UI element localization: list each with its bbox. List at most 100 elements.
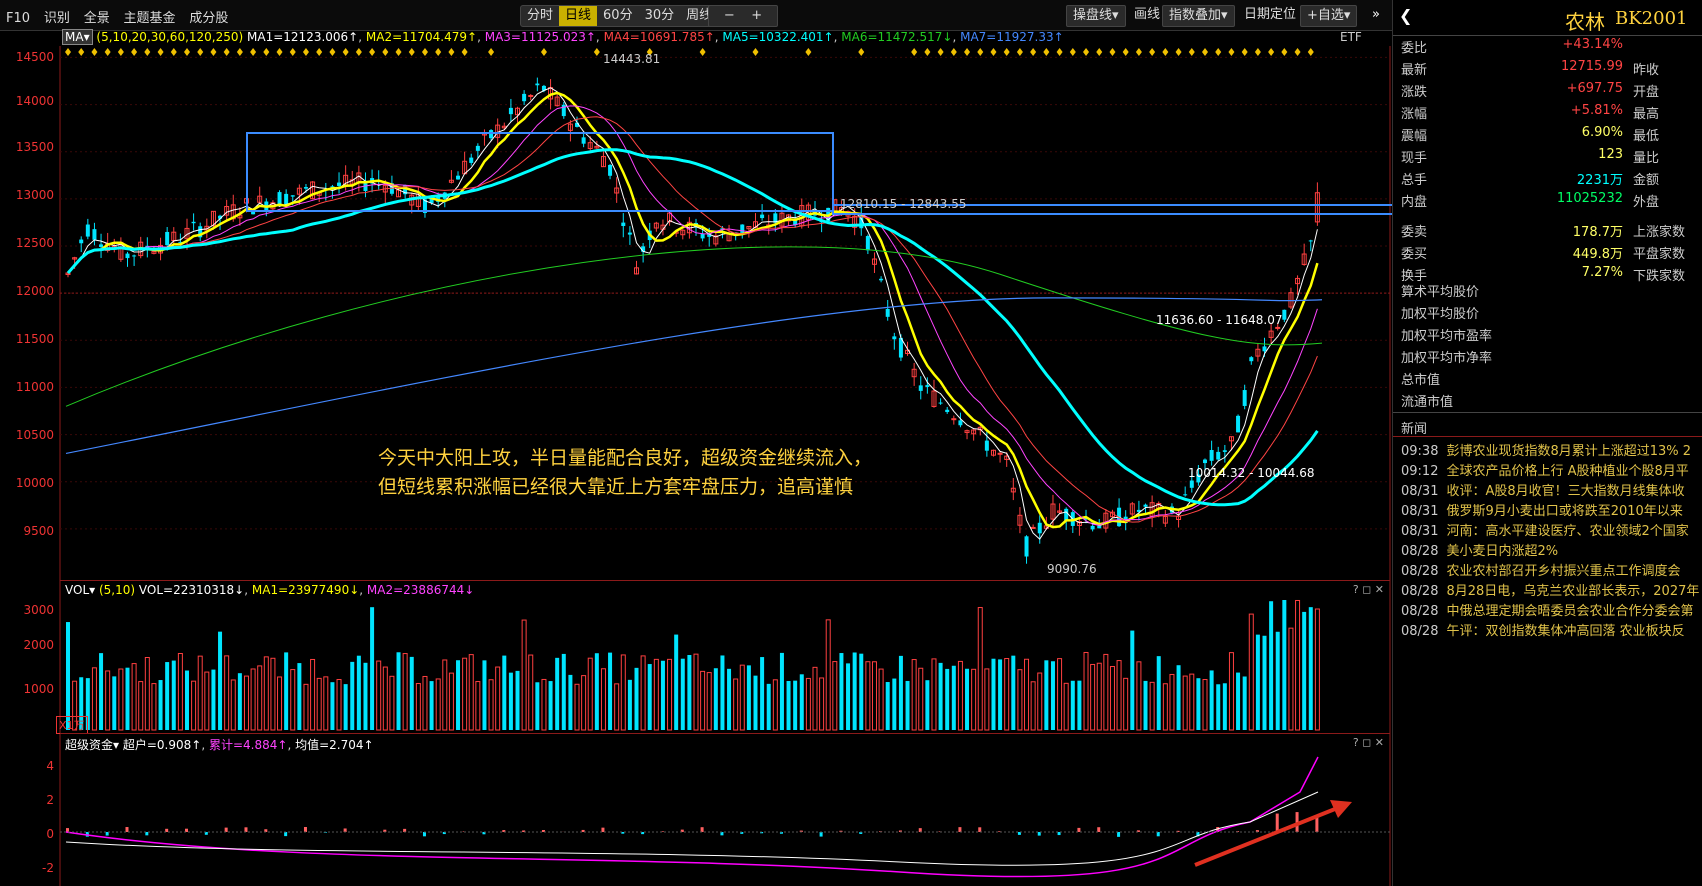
- volume-bar: [839, 653, 844, 730]
- news-item[interactable]: 08/31 收评：A股8月收官！三大指数月线集体收: [1401, 480, 1685, 499]
- news-item[interactable]: 09:38 彭博农业现货指数8月累计上涨超过13% 2: [1401, 440, 1691, 459]
- volume-bar: [158, 680, 163, 730]
- fund-bar: [1037, 832, 1041, 836]
- signal-diamond: [276, 48, 283, 56]
- signal-diamond: [699, 48, 706, 56]
- volume-bar: [1083, 651, 1089, 731]
- fund-bar: [958, 827, 962, 832]
- news-item[interactable]: 08/31 俄罗斯9月小麦出口或将跌至2010年以来: [1401, 500, 1683, 519]
- volume-bar: [819, 677, 825, 731]
- news-item[interactable]: 08/28 8月28日电，乌克兰农业部长表示，2027年: [1401, 580, 1699, 599]
- volume-bar: [515, 670, 520, 730]
- news-item[interactable]: 08/31 河南：高水平建设医疗、农业领域2个国家: [1401, 520, 1689, 539]
- signal-diamond: [950, 48, 957, 56]
- high-label: 14443.81: [603, 52, 661, 66]
- ma6-line: [65, 246, 1323, 407]
- candle-body: [621, 222, 626, 226]
- volume-bar: [918, 667, 924, 731]
- volume-bar: [753, 675, 758, 730]
- vol-pane-controls[interactable]: ? ◻ ✕: [1353, 583, 1384, 596]
- news-item[interactable]: 08/28 农业农村部召开乡村振兴重点工作调度会: [1401, 560, 1680, 579]
- fund-legend: 超级资金▾ 超户=0.908↑, 累计=4.884↑, 均值=2.704↑: [65, 738, 374, 752]
- volume-bar: [667, 658, 673, 731]
- news-headline: 河南：高水平建设医疗、农业领域2个国家: [1446, 524, 1689, 539]
- signal-diamond: [104, 48, 111, 56]
- volume-bar: [898, 655, 903, 730]
- volume-bar: [1182, 675, 1188, 731]
- volume-bar: [938, 662, 943, 730]
- volume-bar: [832, 661, 838, 731]
- signal-diamond: [593, 48, 600, 56]
- volume-bar: [799, 674, 804, 730]
- volume-bar: [1269, 601, 1274, 730]
- volume-bar: [971, 668, 977, 731]
- signal-diamond: [1162, 48, 1169, 56]
- volume-bar: [389, 675, 395, 731]
- signal-diamond: [1135, 48, 1142, 56]
- signal-diamond: [1096, 48, 1103, 56]
- news-headline: 俄罗斯9月小麦出口或将跌至2010年以来: [1446, 504, 1683, 519]
- news-item[interactable]: 08/28 中俄总理定期会晤委员会农业合作分委会第: [1401, 600, 1693, 619]
- news-list: 09:38 彭博农业现货指数8月累计上涨超过13% 2 09:12 全球农产品价格上行…: [1393, 0, 1702, 886]
- volume-bar: [138, 681, 144, 731]
- volume-bar: [1050, 661, 1055, 730]
- signal-diamond: [1254, 48, 1261, 56]
- volume-bar: [1156, 656, 1161, 730]
- volume-bar: [977, 607, 983, 731]
- signal-diamond: [1122, 48, 1129, 56]
- volume-bar: [204, 671, 210, 731]
- signal-diamond: [236, 48, 243, 56]
- volume-bar: [878, 668, 884, 731]
- signal-diamond: [1003, 48, 1010, 56]
- candle-body: [456, 175, 461, 180]
- vol-legend: VOL▾ (5,10) VOL=22310318↓, MA1=23977490↓…: [65, 583, 475, 597]
- news-item[interactable]: 09:12 全球农产品价格上行 A股种植业个股8月平: [1401, 460, 1689, 479]
- candle-body: [522, 93, 527, 102]
- candle-body: [938, 402, 943, 404]
- fund-bar: [1117, 832, 1121, 837]
- volume-bar: [1136, 661, 1142, 731]
- volume-bar: [502, 655, 507, 730]
- signal-diamond: [408, 48, 415, 56]
- volume-bar: [1314, 608, 1320, 731]
- volume-bar: [634, 667, 639, 730]
- volume-bar: [1262, 635, 1267, 730]
- volume-bar: [1103, 653, 1109, 731]
- news-headline: 午评：双创指数集体冲高回落 农业板块反: [1446, 624, 1685, 639]
- trend-arrow: [1194, 803, 1346, 867]
- volume-bar: [144, 656, 150, 731]
- news-item[interactable]: 08/28 美小麦日内涨超2%: [1401, 540, 1558, 559]
- volume-bar: [1037, 672, 1043, 731]
- volume-bar: [422, 675, 428, 731]
- candle-body: [165, 231, 170, 246]
- signal-diamond: [342, 48, 349, 56]
- volume-bar: [125, 667, 130, 730]
- volume-bar: [1143, 680, 1148, 730]
- volume-bar: [1202, 679, 1208, 731]
- vol-params: (5,10): [98, 583, 136, 597]
- fund-cum-line: [65, 756, 1319, 878]
- volume-bar: [653, 658, 659, 731]
- candle-body: [85, 224, 90, 237]
- candle-body: [581, 137, 586, 144]
- news-item[interactable]: 08/28 午评：双创指数集体冲高回落 农业板块反: [1401, 620, 1685, 639]
- volume-bar: [772, 679, 778, 731]
- volume-bar: [1176, 665, 1181, 730]
- fund-cum: 累计=4.884↑: [208, 738, 288, 752]
- vol-tick: 3000: [23, 603, 54, 617]
- vol-indicator-dropdown[interactable]: VOL▾: [65, 583, 95, 597]
- fund-indicator-dropdown[interactable]: 超级资金▾: [65, 738, 119, 752]
- fund-pane-controls[interactable]: ? ◻ ✕: [1353, 736, 1384, 749]
- volume-bar: [1169, 673, 1175, 731]
- volume-bar: [793, 680, 798, 730]
- candle-body: [92, 229, 97, 240]
- candle-body: [945, 409, 950, 413]
- volume-bar: [627, 679, 632, 730]
- volume-bar: [535, 682, 540, 730]
- volume-bar: [112, 676, 117, 730]
- signal-diamond: [977, 48, 984, 56]
- signal-diamond: [488, 48, 495, 56]
- signal-diamond: [1043, 48, 1050, 56]
- signal-diamond: [395, 48, 402, 56]
- volume-bar: [1077, 680, 1082, 730]
